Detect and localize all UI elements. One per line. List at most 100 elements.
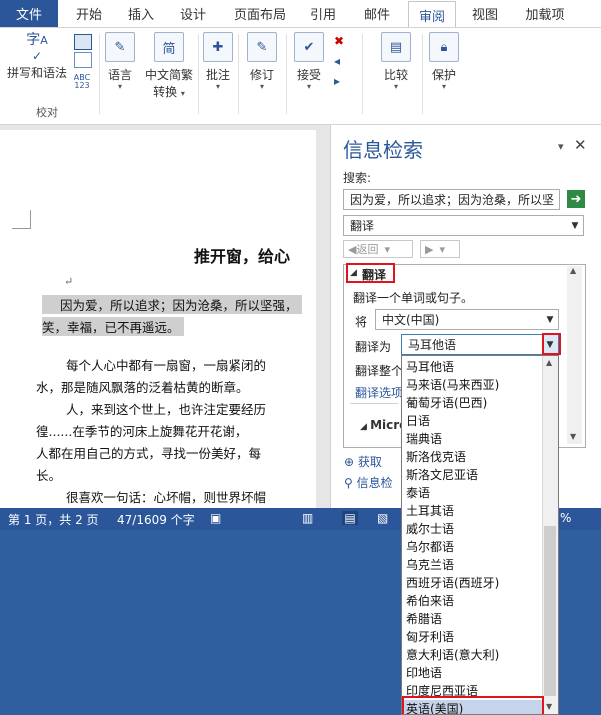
scroll-down-icon[interactable]: ▼ <box>570 432 576 441</box>
dropdown-option[interactable]: 乌尔都语 <box>404 538 544 556</box>
next-change-icon[interactable]: ▸ <box>334 74 348 88</box>
page-count[interactable]: 第 1 页，共 2 页 <box>8 511 99 528</box>
translate-whole-label: 翻译整个 <box>355 364 404 378</box>
body-text-line: 很喜欢一句话：心坏帽，则世界坏帽 <box>66 490 267 505</box>
spelling-icon: 字A ✓ <box>26 32 48 63</box>
thesaurus-icon[interactable] <box>74 34 92 50</box>
dropdown-option[interactable]: 瑞典语 <box>404 430 544 448</box>
previous-change-icon[interactable]: ◂ <box>334 54 348 68</box>
chevron-down-icon[interactable]: ▼ <box>542 310 558 329</box>
dropdown-option[interactable]: 西班牙语(西班牙) <box>404 574 544 592</box>
tab-review[interactable]: 审阅 <box>408 1 456 28</box>
to-language-value: 马耳他语 <box>408 338 457 352</box>
search-go-icon[interactable]: ➜ <box>567 190 585 208</box>
chinese-conversion-button[interactable]: 简 中文简繁 转换 ▾ <box>142 32 196 100</box>
tab-file[interactable]: 文件 <box>0 0 58 27</box>
reject-icon[interactable]: ✖ <box>334 34 348 48</box>
tab-view[interactable]: 视图 <box>464 0 506 27</box>
from-language-select[interactable]: 中文(中国) ▼ <box>375 309 559 330</box>
dropdown-option[interactable]: 马来语(马来西亚) <box>404 376 544 394</box>
from-language-label: 将 <box>355 315 368 329</box>
back-arrow-icon: ◀ <box>348 242 357 256</box>
highlighted-text-line[interactable]: 因为爱，所以追求；因为沧桑，所以坚强， <box>42 295 302 314</box>
compare-button[interactable]: ▤ 比较 ▾ <box>376 32 416 91</box>
highlight-box-section <box>346 263 395 283</box>
globe-icon: ⊕ <box>344 455 358 469</box>
close-icon[interactable]: ✕ <box>574 136 587 154</box>
proofing-status-icon[interactable]: ▣ <box>210 511 221 525</box>
abc-count-icon[interactable]: ABC 123 <box>71 74 93 90</box>
highlight-box-dropdown-button <box>542 333 561 355</box>
tab-design[interactable]: 设计 <box>172 0 214 27</box>
research-options-link[interactable]: ⚲ 信息检 <box>344 474 393 491</box>
forward-button[interactable]: ▶ ▾ <box>420 240 460 258</box>
dropdown-option[interactable]: 日语 <box>404 412 544 430</box>
service-select[interactable]: 翻译 ▼ <box>343 215 584 236</box>
comment-label: 批注 <box>205 68 230 82</box>
web-layout-icon[interactable]: ▧ <box>377 511 388 525</box>
get-services-link[interactable]: ⊕ 获取 <box>344 453 382 470</box>
tab-mailings[interactable]: 邮件 <box>356 0 398 27</box>
pane-options-icon[interactable]: ▾ <box>558 140 564 153</box>
scroll-up-icon[interactable]: ▲ <box>546 358 552 367</box>
document-page[interactable]: 推开窗，给心 ↵ 因为爱，所以追求；因为沧桑，所以坚强， 笑，幸福，已不再遥远。… <box>0 130 316 508</box>
spelling-grammar-button[interactable]: 字A ✓ 拼写和语法 <box>6 32 68 81</box>
comment-button[interactable]: ✚ 批注 ▾ <box>202 32 234 91</box>
read-mode-icon[interactable]: ▥ <box>302 511 313 525</box>
body-text-line: 人，来到这个世上，也许注定要经历 <box>66 402 267 417</box>
scrollbar-thumb[interactable] <box>544 526 556 696</box>
highlighted-text-line[interactable]: 笑，幸福，已不再遥远。 <box>42 317 184 336</box>
language-dropdown-list[interactable]: 马耳他语 马来语(马来西亚) 葡萄牙语(巴西) 日语 瑞典语 斯洛伐克语 斯洛文尼亚语 泰语土… <box>401 355 559 715</box>
language-button[interactable]: ✎ 语言 ▾ <box>104 32 136 91</box>
from-language-value: 中文(中国) <box>382 313 440 327</box>
accept-button[interactable]: ✔ 接受 ▾ <box>292 32 326 91</box>
back-button[interactable]: ◀ 返回 ▾ <box>343 240 413 258</box>
dropdown-option[interactable]: 马耳他语 <box>404 358 544 376</box>
body-text-line: 水，那是随风飘落的泛着枯黄的断章。 <box>36 380 249 395</box>
track-changes-button[interactable]: ✎ 修订 ▾ <box>244 32 280 91</box>
word-count[interactable]: 47/1609 个字 <box>117 511 195 528</box>
dropdown-option[interactable]: 斯洛伐克语 <box>404 448 544 466</box>
tab-insert[interactable]: 插入 <box>120 0 162 27</box>
page-corner-mark <box>12 210 31 229</box>
dropdown-option[interactable]: 土耳其语 <box>404 502 544 520</box>
dropdown-option[interactable]: 葡萄牙语(巴西) <box>404 394 544 412</box>
chevron-down-icon: ▾ <box>393 82 398 91</box>
to-language-select[interactable]: 马耳他语 ▼ <box>401 334 559 355</box>
print-layout-icon[interactable]: ▤ <box>342 511 358 525</box>
proofing-group-label: 校对 <box>36 106 58 119</box>
accept-label: 接受 <box>296 68 321 82</box>
tab-addins[interactable]: 加载项 <box>518 0 572 27</box>
comment-icon: ✚ <box>203 32 233 62</box>
dropdown-option[interactable]: 意大利语(意大利) <box>404 646 544 664</box>
dropdown-scrollbar[interactable]: ▲ ▼ <box>542 356 558 714</box>
search-input[interactable]: 因为爱，所以追求；因为沧桑，所以坚 <box>343 189 560 210</box>
dropdown-option[interactable]: 匈牙利语 <box>404 628 544 646</box>
word-count-icon[interactable] <box>74 52 92 68</box>
translation-options-link[interactable]: 翻译选项 <box>355 384 403 401</box>
scroll-down-icon[interactable]: ▼ <box>546 702 552 711</box>
chinese-conversion-label-2: 转换 ▾ <box>153 85 185 99</box>
chevron-down-icon[interactable]: ▼ <box>567 216 583 235</box>
zoom-level[interactable]: % <box>560 511 571 525</box>
service-value: 翻译 <box>350 219 375 233</box>
tab-page-layout[interactable]: 页面布局 <box>228 0 292 27</box>
dropdown-option[interactable]: 乌克兰语 <box>404 556 544 574</box>
protect-button[interactable]: 🔒︎ 保护 ▾ <box>426 32 462 91</box>
tab-home[interactable]: 开始 <box>68 0 110 27</box>
tab-references[interactable]: 引用 <box>302 0 344 27</box>
ribbon-panel: 字A ✓ 拼写和语法 ABC 123 校对 ✎ 语言 ▾ 简 中文简繁 转换 ▾ … <box>0 27 601 125</box>
results-scrollbar[interactable] <box>567 266 582 444</box>
dropdown-option[interactable]: 希腊语 <box>404 610 544 628</box>
scroll-up-icon[interactable]: ▲ <box>570 266 576 275</box>
dropdown-option[interactable]: 泰语 <box>404 484 544 502</box>
dropdown-option[interactable]: 希伯来语 <box>404 592 544 610</box>
dropdown-option[interactable]: 斯洛文尼亚语 <box>404 466 544 484</box>
chevron-down-icon: ▾ <box>259 82 264 91</box>
dropdown-option[interactable]: 威尔士语 <box>404 520 544 538</box>
protect-label: 保护 <box>431 68 456 82</box>
compare-icon: ▤ <box>381 32 411 62</box>
research-pane-title: 信息检索 <box>343 138 423 162</box>
dropdown-option[interactable]: 印地语 <box>404 664 544 682</box>
to-language-label: 翻译为 <box>355 340 392 354</box>
